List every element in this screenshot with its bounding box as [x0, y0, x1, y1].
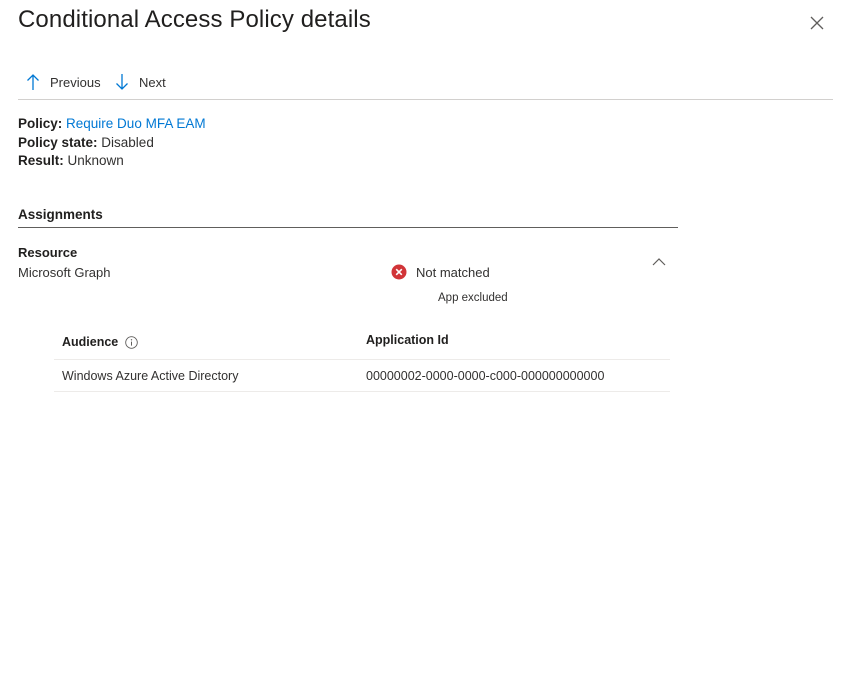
info-icon[interactable] [125, 335, 139, 349]
resource-value: Microsoft Graph [18, 265, 111, 280]
table-header: Audience Application Id [54, 326, 670, 360]
column-header-label: Audience [62, 335, 119, 349]
match-status-text: Not matched [416, 264, 490, 280]
column-header-audience: Audience [62, 335, 139, 349]
previous-button[interactable]: Previous [26, 70, 101, 94]
assignments-heading: Assignments [18, 207, 678, 228]
policy-result-label: Result: [18, 153, 64, 168]
next-label: Next [139, 74, 166, 90]
match-status-detail: App excluded [438, 292, 508, 304]
collapse-button[interactable] [650, 254, 668, 270]
application-id-cell: 00000002-0000-0000-c000-000000000000 [366, 369, 605, 383]
arrow-up-icon [26, 73, 50, 91]
toolbar: Previous Next [18, 66, 833, 100]
panel-title: Conditional Access Policy details [18, 6, 371, 33]
resource-table: Audience Application Id Windows Azure Ac… [54, 326, 670, 392]
next-button[interactable]: Next [115, 70, 166, 94]
table-row: Windows Azure Active Directory 00000002-… [54, 360, 670, 392]
chevron-up-icon [652, 258, 666, 266]
close-icon [810, 16, 824, 30]
policy-name-row: Policy: Require Duo MFA EAM [18, 115, 206, 133]
resource-label: Resource [18, 245, 78, 260]
policy-state-value: Disabled [101, 135, 154, 150]
previous-label: Previous [50, 74, 101, 90]
error-circle-icon [391, 264, 416, 280]
policy-label: Policy: [18, 116, 63, 131]
policy-link[interactable]: Require Duo MFA EAM [66, 116, 206, 131]
policy-state-row: Policy state: Disabled [18, 134, 154, 152]
policy-result-row: Result: Unknown [18, 152, 124, 170]
arrow-down-icon [115, 73, 139, 91]
close-button[interactable] [806, 12, 828, 34]
match-status: Not matched [391, 264, 490, 280]
policy-state-label: Policy state: [18, 135, 98, 150]
policy-result-value: Unknown [67, 153, 124, 168]
audience-cell: Windows Azure Active Directory [62, 369, 239, 383]
column-header-application-id: Application Id [366, 333, 449, 347]
